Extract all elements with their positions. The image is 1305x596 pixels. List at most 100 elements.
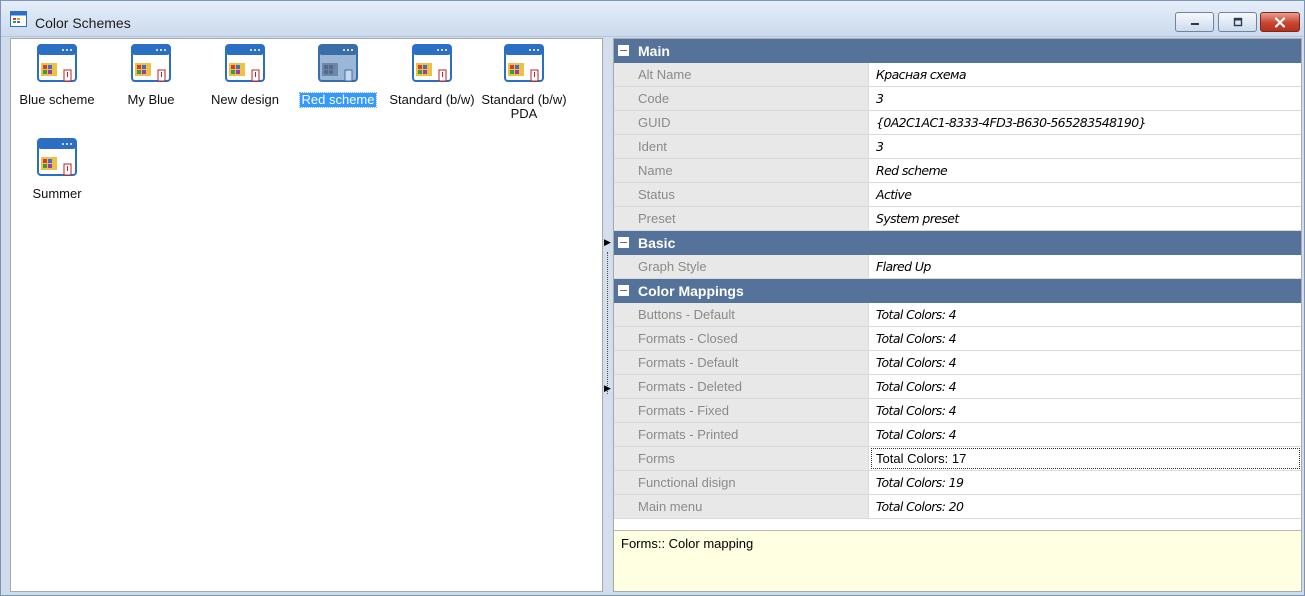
property-value[interactable]: {0A2C1AC1-8333-4FD3-B630-565283548190} bbox=[870, 111, 1301, 134]
scheme-label: Standard (b/w) PDA bbox=[481, 92, 567, 121]
property-row-ident[interactable]: Ident 3 bbox=[614, 135, 1301, 159]
category-main[interactable]: Main bbox=[614, 39, 1301, 63]
color-schemes-window: Color Schemes Blue scheme My Blue New de… bbox=[0, 0, 1305, 596]
property-name: GUID bbox=[614, 111, 869, 134]
property-row-status[interactable]: Status Active bbox=[614, 183, 1301, 207]
scheme-item-red-scheme[interactable]: Red scheme bbox=[290, 44, 386, 108]
property-value[interactable]: Flared Up bbox=[870, 255, 1301, 278]
maximize-icon bbox=[1233, 17, 1242, 27]
property-row-formats-default[interactable]: Formats - Default Total Colors: 4 bbox=[614, 351, 1301, 375]
expand-arrow-icon[interactable]: ▶ bbox=[604, 383, 611, 394]
property-name: Formats - Fixed bbox=[614, 399, 869, 422]
splitter-grip bbox=[607, 252, 608, 394]
description-panel: Forms:: Color mapping bbox=[614, 530, 1301, 591]
collapse-icon[interactable] bbox=[618, 45, 629, 56]
property-value[interactable]: Total Colors: 4 bbox=[870, 327, 1301, 350]
property-grid[interactable]: Main Alt Name Красная схема Code 3 GUID … bbox=[614, 39, 1301, 519]
property-value[interactable]: Active bbox=[870, 183, 1301, 206]
property-row-formats-deleted[interactable]: Formats - Deleted Total Colors: 4 bbox=[614, 375, 1301, 399]
property-row-main-menu[interactable]: Main menu Total Colors: 20 bbox=[614, 495, 1301, 519]
property-row-formats-printed[interactable]: Formats - Printed Total Colors: 4 bbox=[614, 423, 1301, 447]
scheme-list[interactable]: Blue scheme My Blue New design Red schem… bbox=[10, 38, 603, 592]
property-panel: Main Alt Name Красная схема Code 3 GUID … bbox=[613, 38, 1302, 592]
color-scheme-icon bbox=[225, 44, 265, 82]
property-row-alt-name[interactable]: Alt Name Красная схема bbox=[614, 63, 1301, 87]
scheme-label: New design bbox=[211, 92, 279, 107]
scheme-item-my-blue[interactable]: My Blue bbox=[103, 44, 199, 107]
property-row-forms[interactable]: Forms Total Colors: 17 bbox=[614, 447, 1301, 471]
category-color-mappings[interactable]: Color Mappings bbox=[614, 279, 1301, 303]
property-value[interactable]: 3 bbox=[870, 135, 1301, 158]
property-value[interactable]: 3 bbox=[870, 87, 1301, 110]
window-title: Color Schemes bbox=[35, 15, 131, 31]
description-text: Forms:: Color mapping bbox=[621, 536, 754, 551]
property-value[interactable]: Total Colors: 4 bbox=[870, 375, 1301, 398]
scheme-item-summer[interactable]: Summer bbox=[9, 138, 105, 201]
property-value[interactable]: Total Colors: 4 bbox=[870, 351, 1301, 374]
scheme-item-new-design[interactable]: New design bbox=[197, 44, 293, 107]
minimize-button[interactable] bbox=[1175, 12, 1214, 32]
title-bar[interactable]: Color Schemes bbox=[1, 1, 1304, 37]
close-button[interactable] bbox=[1260, 12, 1300, 32]
category-title: Color Mappings bbox=[638, 283, 744, 299]
property-value[interactable]: Total Colors: 4 bbox=[870, 303, 1301, 326]
property-name: Functional disign bbox=[614, 471, 869, 494]
property-name: Code bbox=[614, 87, 869, 110]
property-row-functional-disign[interactable]: Functional disign Total Colors: 19 bbox=[614, 471, 1301, 495]
category-basic[interactable]: Basic bbox=[614, 231, 1301, 255]
color-schemes-app-icon bbox=[10, 11, 27, 27]
color-scheme-icon bbox=[37, 138, 77, 176]
category-title: Main bbox=[638, 43, 670, 59]
property-value[interactable]: Red scheme bbox=[870, 159, 1301, 182]
maximize-button[interactable] bbox=[1218, 12, 1257, 32]
property-name: Formats - Printed bbox=[614, 423, 869, 446]
property-row-formats-fixed[interactable]: Formats - Fixed Total Colors: 4 bbox=[614, 399, 1301, 423]
property-value[interactable]: System preset bbox=[870, 207, 1301, 230]
property-name: Status bbox=[614, 183, 869, 206]
pane-splitter[interactable]: ▶ ▶ bbox=[604, 38, 612, 592]
property-row-buttons-default[interactable]: Buttons - Default Total Colors: 4 bbox=[614, 303, 1301, 327]
property-name: Ident bbox=[614, 135, 869, 158]
minimize-icon bbox=[1190, 23, 1199, 25]
property-name: Name bbox=[614, 159, 869, 182]
property-name: Buttons - Default bbox=[614, 303, 869, 326]
property-row-preset[interactable]: Preset System preset bbox=[614, 207, 1301, 231]
collapse-arrow-icon[interactable]: ▶ bbox=[604, 237, 611, 248]
scheme-label: Summer bbox=[32, 186, 82, 201]
property-name: Forms bbox=[614, 447, 869, 470]
property-row-graph-style[interactable]: Graph Style Flared Up bbox=[614, 255, 1301, 279]
property-value[interactable]: Total Colors: 17 bbox=[870, 447, 1301, 470]
category-title: Basic bbox=[638, 235, 676, 251]
property-row-name[interactable]: Name Red scheme bbox=[614, 159, 1301, 183]
color-scheme-icon bbox=[131, 44, 171, 82]
property-value[interactable]: Total Colors: 19 bbox=[870, 471, 1301, 494]
property-name: Preset bbox=[614, 207, 869, 230]
property-row-code[interactable]: Code 3 bbox=[614, 87, 1301, 111]
scheme-label: Blue scheme bbox=[19, 92, 95, 107]
property-value[interactable]: Total Colors: 4 bbox=[870, 399, 1301, 422]
color-scheme-icon bbox=[412, 44, 452, 82]
scheme-label: Standard (b/w) bbox=[389, 92, 475, 107]
scheme-item-standard-bw-pda[interactable]: Standard (b/w) PDA bbox=[476, 44, 572, 121]
property-name: Formats - Deleted bbox=[614, 375, 869, 398]
property-row-guid[interactable]: GUID {0A2C1AC1-8333-4FD3-B630-5652835481… bbox=[614, 111, 1301, 135]
scheme-item-standard-bw[interactable]: Standard (b/w) bbox=[384, 44, 480, 107]
color-scheme-icon bbox=[37, 44, 77, 82]
property-name: Main menu bbox=[614, 495, 869, 518]
property-name: Formats - Default bbox=[614, 351, 869, 374]
color-scheme-icon bbox=[504, 44, 544, 82]
property-value[interactable]: Total Colors: 4 bbox=[870, 423, 1301, 446]
property-value[interactable]: Total Colors: 20 bbox=[870, 495, 1301, 518]
property-value[interactable]: Красная схема bbox=[870, 63, 1301, 86]
property-name: Formats - Closed bbox=[614, 327, 869, 350]
property-name: Graph Style bbox=[614, 255, 869, 278]
color-scheme-icon bbox=[318, 44, 358, 82]
scheme-label: Red scheme bbox=[298, 92, 378, 108]
property-row-formats-closed[interactable]: Formats - Closed Total Colors: 4 bbox=[614, 327, 1301, 351]
property-name: Alt Name bbox=[614, 63, 869, 86]
collapse-icon[interactable] bbox=[618, 285, 629, 296]
close-icon bbox=[1274, 16, 1286, 28]
scheme-label: My Blue bbox=[127, 92, 175, 107]
collapse-icon[interactable] bbox=[618, 237, 629, 248]
scheme-item-blue-scheme[interactable]: Blue scheme bbox=[9, 44, 105, 107]
